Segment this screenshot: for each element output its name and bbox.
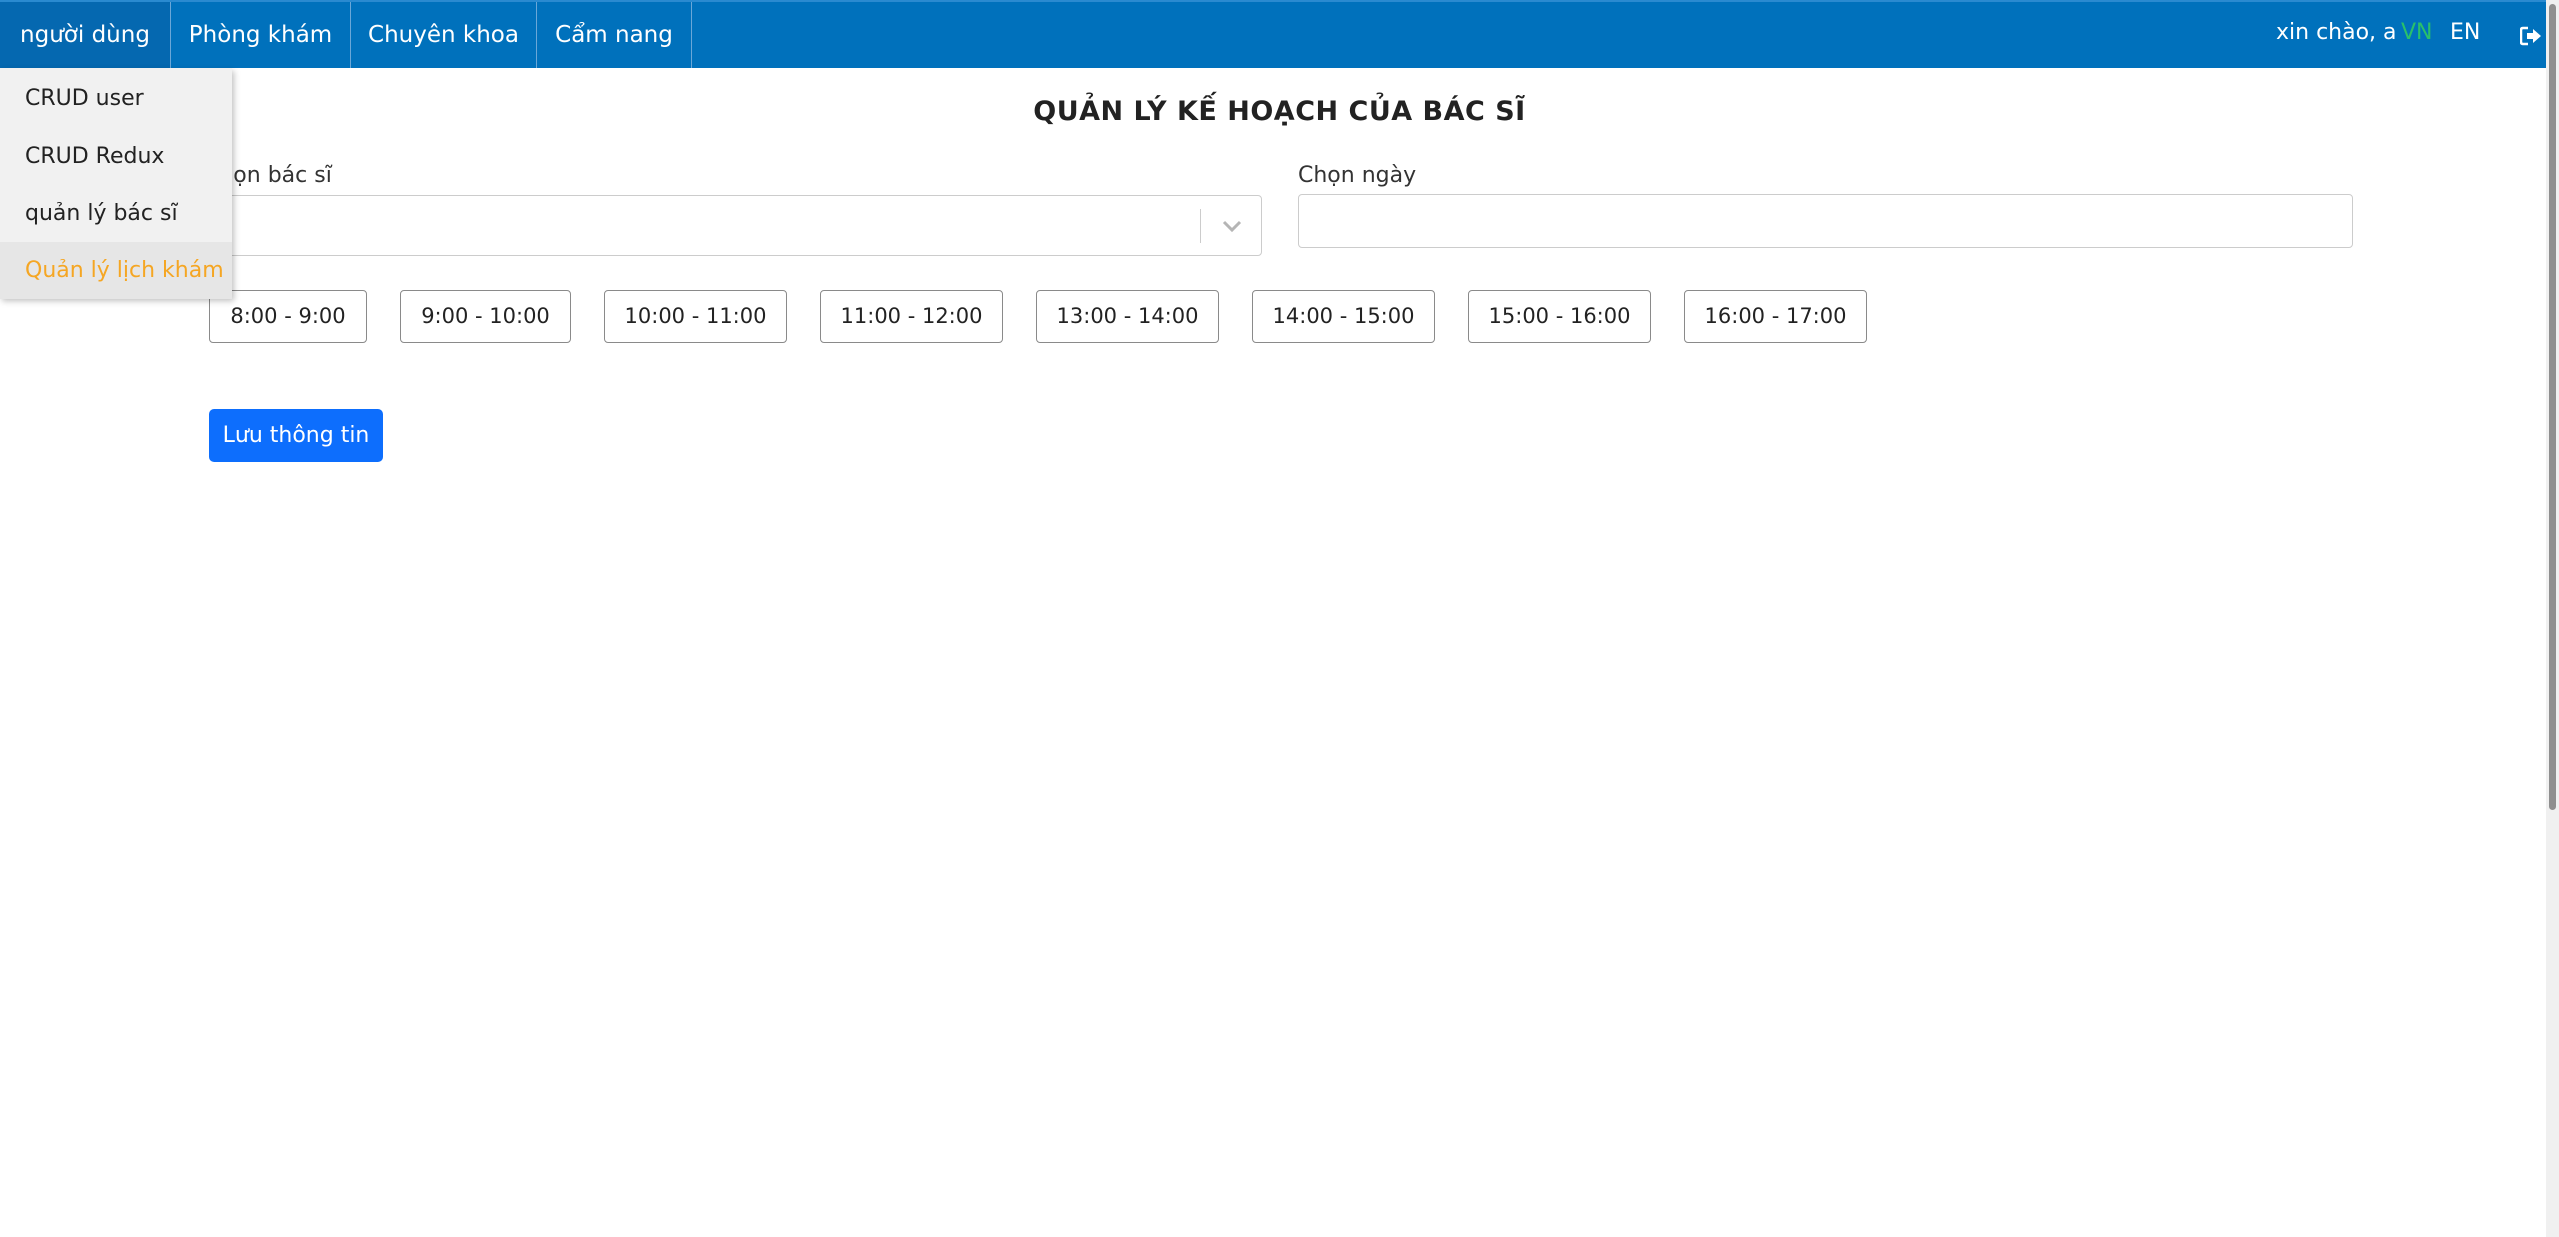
nav-item-specialty[interactable]: Chuyên khoa: [351, 2, 537, 68]
time-slot-button[interactable]: 11:00 - 12:00: [820, 290, 1003, 343]
menu-item-crud-user[interactable]: CRUD user: [0, 70, 232, 127]
save-button[interactable]: Lưu thông tin: [209, 409, 383, 462]
date-picker-input[interactable]: [1298, 194, 2353, 248]
language-vn-link[interactable]: VN: [2401, 20, 2433, 45]
nav-item-clinic[interactable]: Phòng khám: [171, 2, 351, 68]
time-slot-button[interactable]: 14:00 - 15:00: [1252, 290, 1435, 343]
time-slot-button[interactable]: 13:00 - 14:00: [1036, 290, 1219, 343]
sign-out-icon[interactable]: [2519, 26, 2542, 46]
chevron-down-icon[interactable]: [1220, 216, 1244, 236]
menu-item-crud-redux[interactable]: CRUD Redux: [0, 128, 232, 185]
greeting-text: xin chào, a: [2276, 20, 2397, 45]
users-dropdown-menu: CRUD user CRUD Redux quản lý bác sĩ Quản…: [0, 68, 232, 299]
select-separator: [1200, 209, 1201, 243]
menu-item-manage-schedule[interactable]: Quản lý lịch khám: [0, 242, 232, 299]
time-slot-button[interactable]: 8:00 - 9:00: [209, 290, 367, 343]
scrollbar-thumb[interactable]: [2549, 4, 2556, 810]
time-slot-button[interactable]: 10:00 - 11:00: [604, 290, 787, 343]
time-slot-button[interactable]: 15:00 - 16:00: [1468, 290, 1651, 343]
menu-item-manage-doctor[interactable]: quản lý bác sĩ: [0, 185, 232, 242]
nav-item-handbook[interactable]: Cẩm nang: [537, 2, 692, 68]
date-picker-label: Chọn ngày: [1298, 163, 1417, 188]
page-title: QUẢN LÝ KẾ HOẠCH CỦA BÁC SĨ: [1033, 96, 1526, 127]
top-navbar: người dùng Phòng khám Chuyên khoa Cẩm na…: [0, 0, 2546, 68]
language-en-link[interactable]: EN: [2450, 20, 2480, 45]
time-slot-button[interactable]: 9:00 - 10:00: [400, 290, 571, 343]
nav-item-users[interactable]: người dùng: [0, 2, 171, 68]
doctor-select[interactable]: [204, 195, 1262, 256]
time-slot-button[interactable]: 16:00 - 17:00: [1684, 290, 1867, 343]
